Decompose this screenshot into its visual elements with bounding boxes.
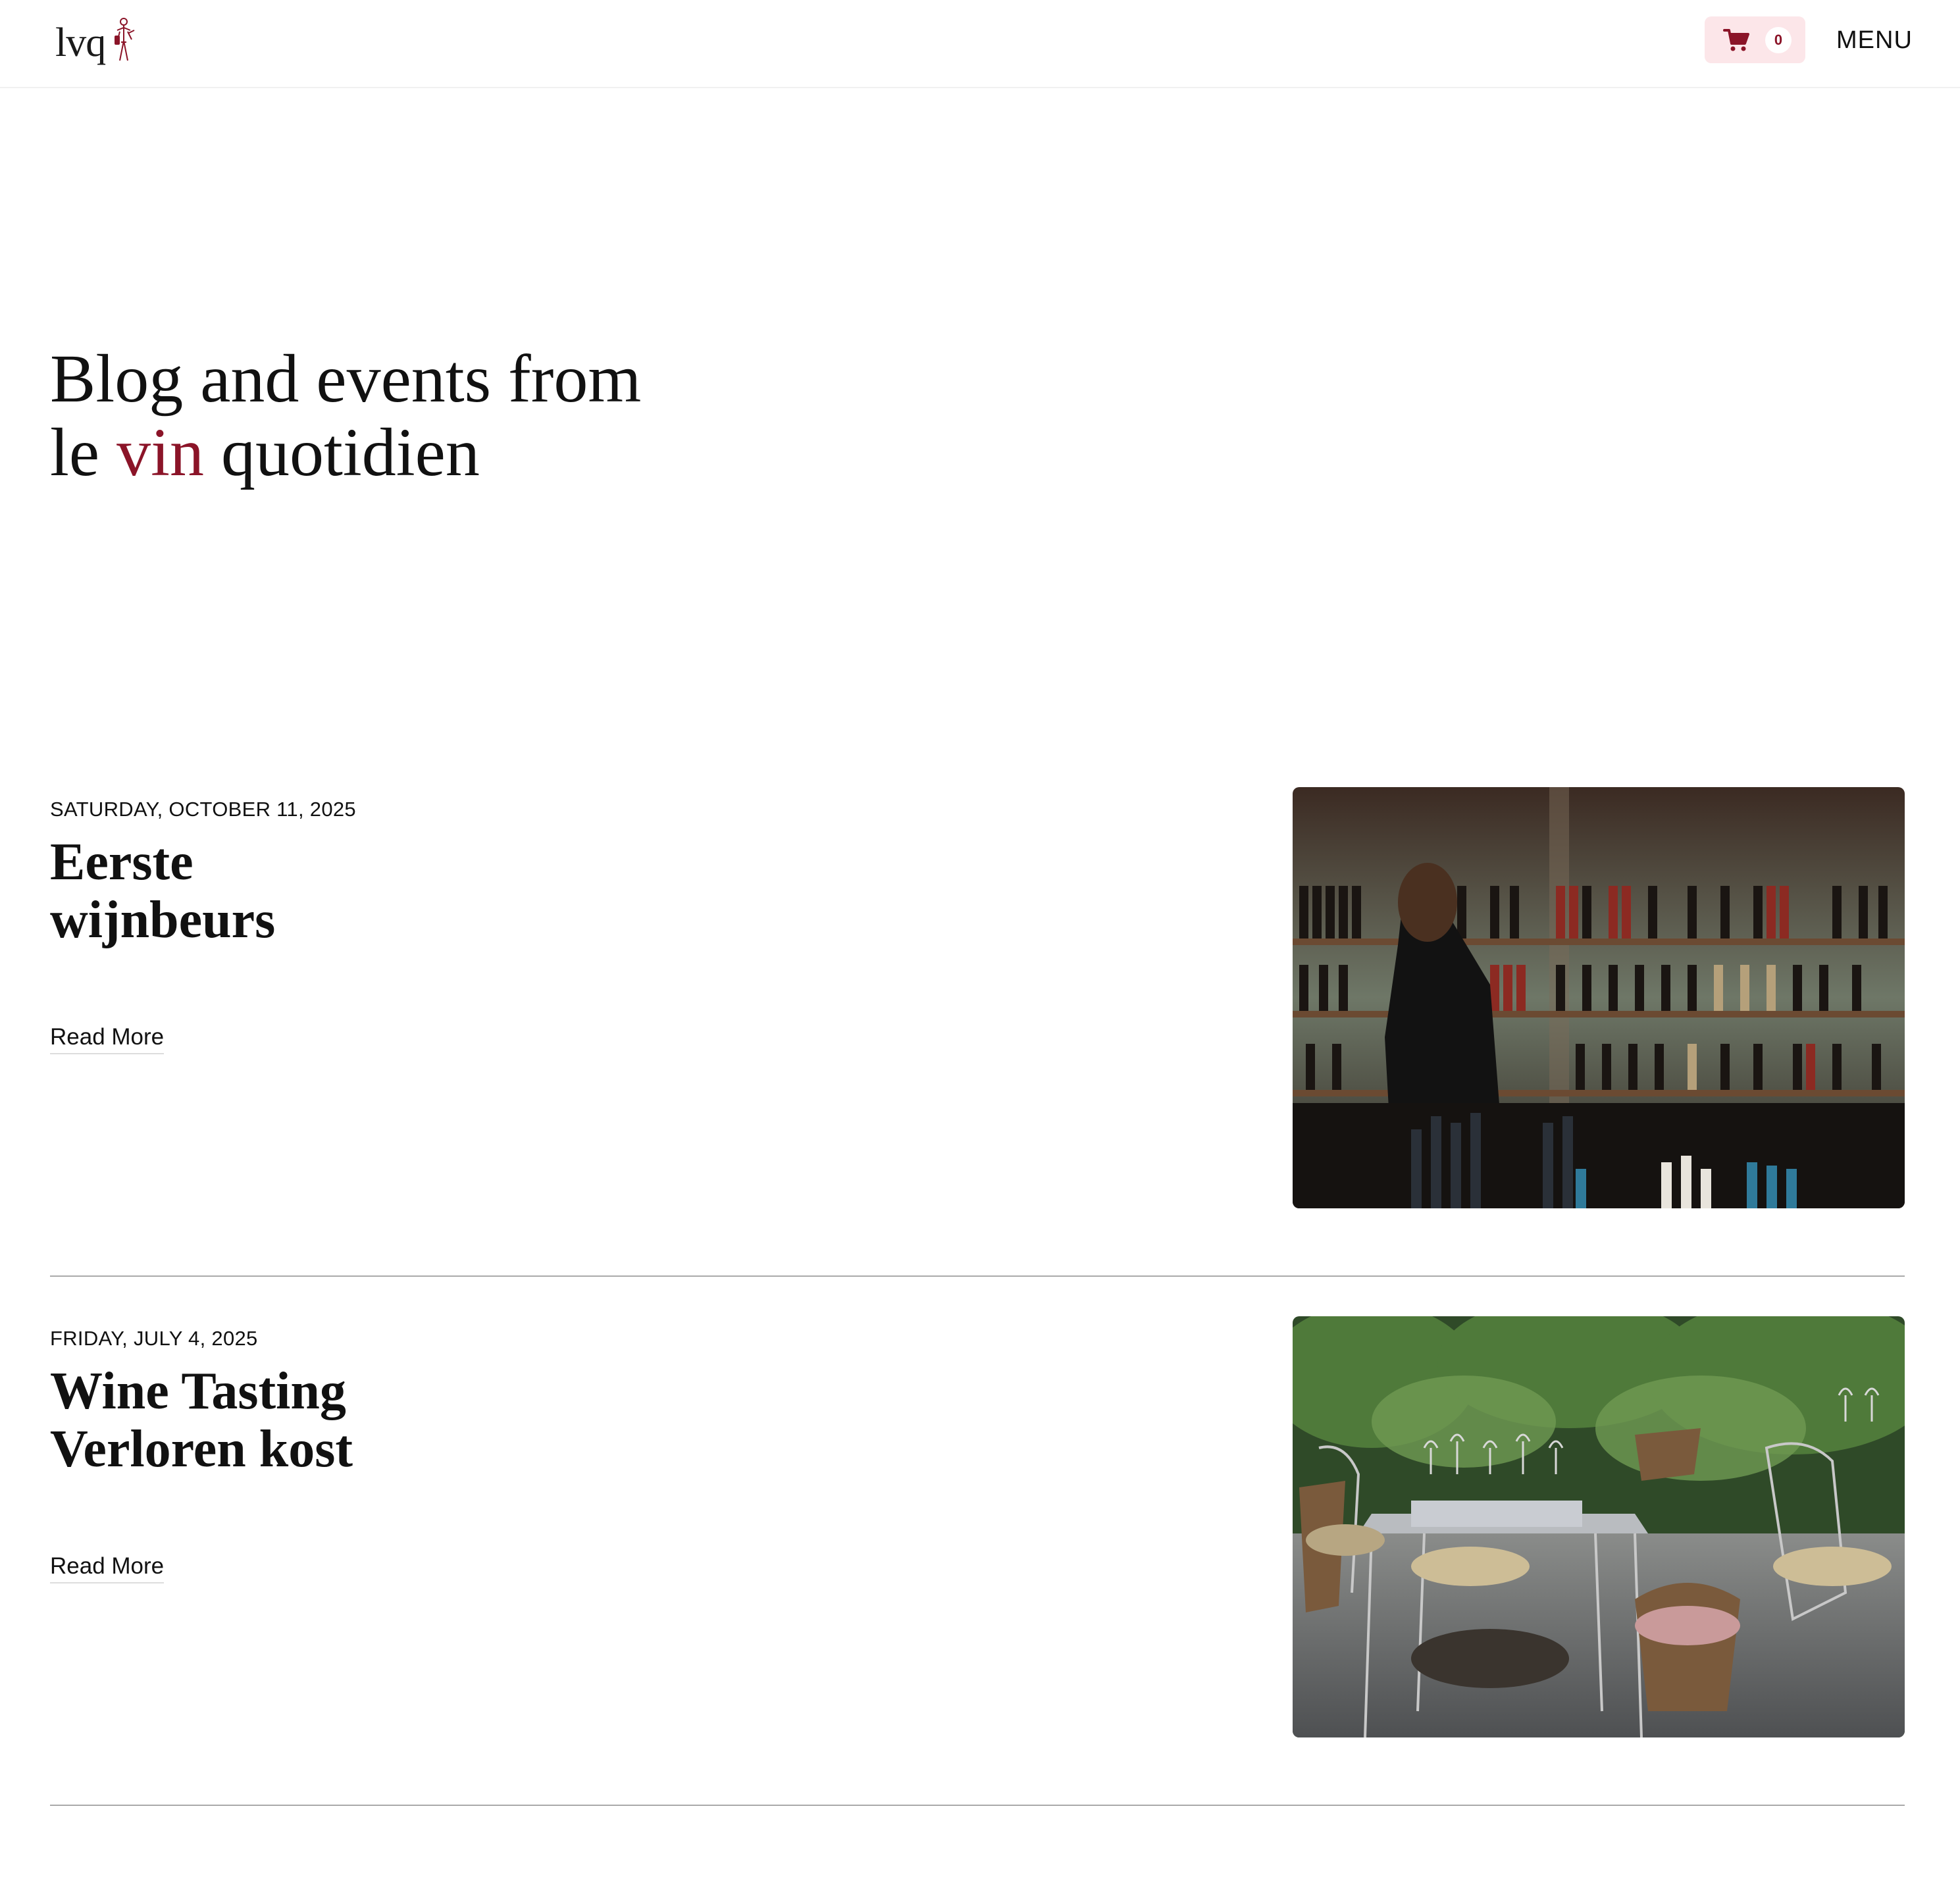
read-more-link[interactable]: Read More [50, 1024, 165, 1054]
read-more-link[interactable]: Read More [50, 1553, 165, 1583]
post-image-wine-shop[interactable] [1293, 787, 1905, 1208]
site-logo[interactable]: lvq [55, 13, 138, 63]
page-title-prefix: le [50, 415, 117, 490]
terrace-photo [1293, 1316, 1905, 1737]
post-title-line2: wijnbeurs [50, 891, 276, 949]
cart-button[interactable]: 0 [1705, 16, 1805, 63]
logo-wordmark: lvq [55, 20, 106, 65]
menu-button[interactable]: MENU [1836, 24, 1913, 57]
post-title-line2: Verloren kost [50, 1420, 353, 1478]
page-title-accent: vin [116, 415, 204, 490]
post-title-line1: Eerste [50, 833, 193, 891]
post-date: SATURDAY, OCTOBER 11, 2025 [50, 798, 356, 821]
page-title-line1: Blog and events from [50, 341, 642, 417]
post-title-line1: Wine Tasting [50, 1362, 346, 1420]
page-title: Blog and events from le vin quotidien [50, 342, 774, 490]
wine-shop-photo [1293, 787, 1905, 1208]
logo-figure-icon [115, 18, 135, 61]
post-divider [50, 1275, 1905, 1277]
post-divider [50, 1805, 1905, 1806]
page-title-suffix: quotidien [203, 415, 480, 490]
post-image-terrace[interactable] [1293, 1316, 1905, 1737]
post-title[interactable]: Wine Tasting Verloren kost [50, 1362, 511, 1478]
site-header: lvq 0 MENU [0, 0, 1960, 88]
post-date: FRIDAY, JULY 4, 2025 [50, 1327, 258, 1350]
post-title[interactable]: Eerste wijnbeurs [50, 833, 511, 949]
cart-count-badge: 0 [1765, 26, 1792, 53]
shopping-cart-icon [1723, 28, 1749, 51]
